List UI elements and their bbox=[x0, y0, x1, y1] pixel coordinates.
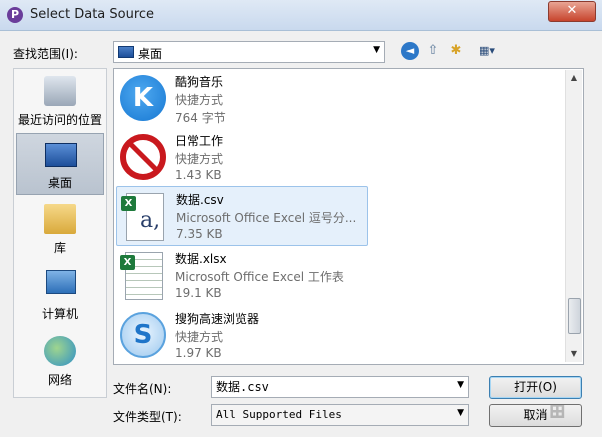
file-name: 数据.csv bbox=[176, 193, 224, 207]
desktop-icon bbox=[45, 143, 77, 167]
file-type: Microsoft Office Excel 工作表 bbox=[175, 270, 344, 284]
list-item[interactable]: X 数据.xlsx Microsoft Office Excel 工作表 19.… bbox=[116, 246, 366, 304]
filetype-label: 文件类型(T): bbox=[113, 410, 182, 424]
place-network[interactable]: 网络 bbox=[16, 331, 104, 391]
place-label: 桌面 bbox=[47, 176, 72, 190]
file-name: 数据.xlsx bbox=[175, 252, 227, 266]
app-logo-icon: P bbox=[7, 7, 23, 23]
chevron-down-icon[interactable]: ▼ bbox=[373, 45, 380, 55]
list-item[interactable]: 日常工作 快捷方式 1.43 KB bbox=[116, 128, 366, 186]
place-recent[interactable]: 最近访问的位置 bbox=[16, 71, 104, 131]
filename-combo[interactable]: ▼ bbox=[211, 376, 469, 398]
places-bar: 最近访问的位置 桌面 库 计算机 网络 bbox=[13, 68, 107, 398]
list-item[interactable]: S 搜狗高速浏览器 快捷方式 1.97 KB bbox=[116, 306, 366, 364]
desktop-icon bbox=[118, 46, 134, 58]
file-type: 快捷方式 bbox=[175, 152, 224, 166]
file-size: 19.1 KB bbox=[175, 286, 222, 300]
back-icon[interactable]: ◄ bbox=[401, 42, 419, 60]
look-in-label: 查找范围(I): bbox=[13, 47, 78, 61]
file-size: 1.43 KB bbox=[175, 168, 222, 182]
file-size: 1.97 KB bbox=[175, 346, 222, 360]
filename-input[interactable] bbox=[216, 379, 441, 393]
place-label: 最近访问的位置 bbox=[17, 113, 102, 127]
file-name: 酷狗音乐 bbox=[175, 75, 224, 89]
prohibited-icon bbox=[120, 134, 166, 180]
filename-label: 文件名(N): bbox=[113, 382, 172, 396]
place-desktop[interactable]: 桌面 bbox=[16, 133, 104, 195]
file-size: 764 字节 bbox=[175, 111, 226, 125]
new-folder-icon[interactable]: ✱ bbox=[447, 42, 465, 60]
file-type: Microsoft Office Excel 逗号分... bbox=[176, 211, 357, 225]
window-title: Select Data Source bbox=[30, 7, 155, 22]
view-menu-icon[interactable]: ▦▾ bbox=[473, 42, 501, 60]
scroll-up-icon[interactable]: ▲ bbox=[566, 70, 582, 86]
file-list[interactable]: K 酷狗音乐 快捷方式 764 字节 日常工作 快捷方式 1.43 KB Xa,… bbox=[113, 68, 584, 365]
select-data-source-dialog: P Select Data Source ✕ 查找范围(I): 桌面 ▼ ◄ ⇧… bbox=[0, 0, 602, 437]
look-in-value: 桌面 bbox=[138, 47, 163, 61]
computer-icon bbox=[46, 270, 76, 294]
chevron-down-icon[interactable]: ▼ bbox=[457, 408, 464, 418]
xlsx-file-icon: X bbox=[120, 252, 163, 300]
place-computer[interactable]: 计算机 bbox=[16, 265, 104, 325]
csv-file-icon: Xa, bbox=[121, 193, 164, 241]
place-libraries[interactable]: 库 bbox=[16, 199, 104, 259]
scrollbar-thumb[interactable] bbox=[568, 298, 581, 334]
chevron-down-icon[interactable]: ▼ bbox=[457, 380, 464, 390]
file-name: 搜狗高速浏览器 bbox=[175, 312, 260, 326]
kugou-icon: K bbox=[120, 75, 166, 121]
place-label: 计算机 bbox=[41, 307, 78, 321]
scroll-down-icon[interactable]: ▼ bbox=[566, 346, 582, 362]
libraries-icon bbox=[44, 204, 76, 234]
open-button[interactable]: 打开(O) bbox=[489, 376, 582, 399]
filetype-dropdown[interactable]: All Supported Files ▼ bbox=[211, 404, 469, 426]
place-label: 网络 bbox=[47, 373, 72, 387]
filetype-value: All Supported Files bbox=[216, 408, 342, 421]
file-name: 日常工作 bbox=[175, 134, 224, 148]
title-bar[interactable]: P Select Data Source ✕ bbox=[0, 0, 602, 31]
close-button[interactable]: ✕ bbox=[548, 1, 596, 22]
recent-places-icon bbox=[44, 76, 76, 106]
list-item-selected[interactable]: Xa, 数据.csv Microsoft Office Excel 逗号分...… bbox=[116, 186, 368, 246]
up-folder-icon[interactable]: ⇧ bbox=[424, 42, 442, 60]
sogou-browser-icon: S bbox=[120, 312, 166, 358]
file-type: 快捷方式 bbox=[175, 330, 224, 344]
watermark-logo: ⊞ bbox=[548, 398, 567, 424]
look-in-dropdown[interactable]: 桌面 ▼ bbox=[113, 41, 385, 63]
file-size: 7.35 KB bbox=[176, 227, 223, 241]
vertical-scrollbar[interactable]: ▲ ▼ bbox=[565, 70, 582, 362]
place-label: 库 bbox=[53, 241, 66, 255]
network-icon bbox=[44, 336, 76, 366]
list-item[interactable]: K 酷狗音乐 快捷方式 764 字节 bbox=[116, 69, 366, 127]
file-type: 快捷方式 bbox=[175, 93, 224, 107]
